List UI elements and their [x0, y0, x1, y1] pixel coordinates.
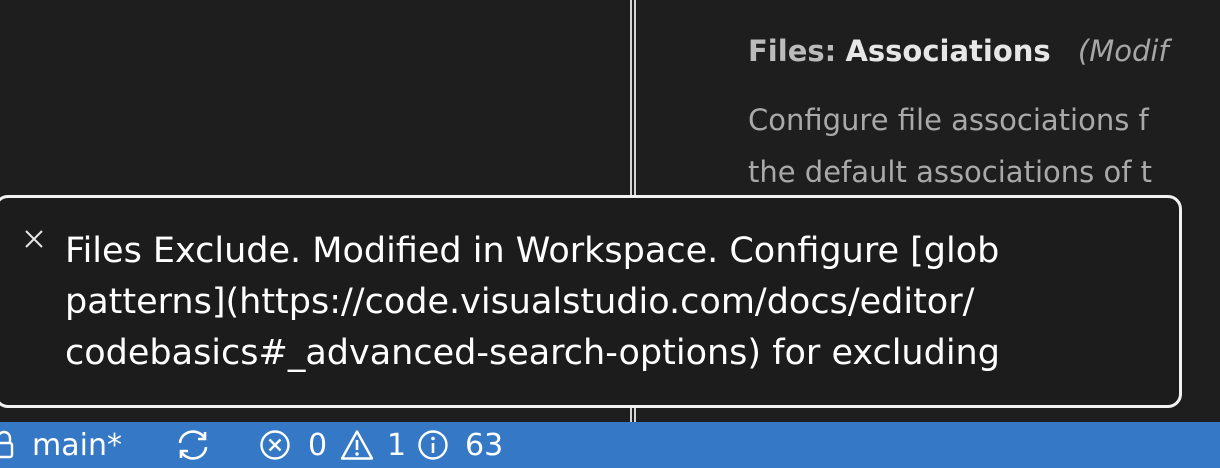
warning-icon[interactable] — [340, 422, 374, 468]
sync-icon[interactable] — [174, 422, 212, 468]
setting-category: Files: — [748, 34, 837, 68]
warning-count[interactable]: 1 — [387, 422, 406, 468]
tooltip-message: Files Exclude. Modified in Workspace. Co… — [65, 226, 1155, 379]
setting-title: Files: Associations (Modif — [748, 34, 1169, 68]
error-icon[interactable] — [259, 422, 291, 468]
close-icon[interactable] — [23, 228, 45, 250]
status-bar: main* 0 1 63 — [0, 422, 1220, 468]
tooltip-line: Files Exclude. Modified in Workspace. Co… — [65, 231, 1000, 271]
lock-icon[interactable] — [0, 422, 14, 468]
description-line: the default associations of t — [748, 155, 1152, 189]
hover-tooltip: Files Exclude. Modified in Workspace. Co… — [0, 195, 1182, 408]
setting-name: Associations — [845, 34, 1051, 68]
description-line: Configure file associations f — [748, 103, 1149, 137]
setting-description: Configure file associations f the defaul… — [748, 94, 1152, 198]
error-count[interactable]: 0 — [308, 422, 327, 468]
tooltip-line: patterns](https://code.visualstudio.com/… — [65, 282, 975, 322]
modified-indicator[interactable]: (Modif — [1078, 34, 1169, 68]
tooltip-line: codebasics#_advanced-search-options) for… — [65, 333, 1000, 373]
info-icon[interactable] — [417, 422, 449, 468]
branch-label[interactable]: main* — [32, 422, 122, 468]
info-count[interactable]: 63 — [465, 422, 503, 468]
